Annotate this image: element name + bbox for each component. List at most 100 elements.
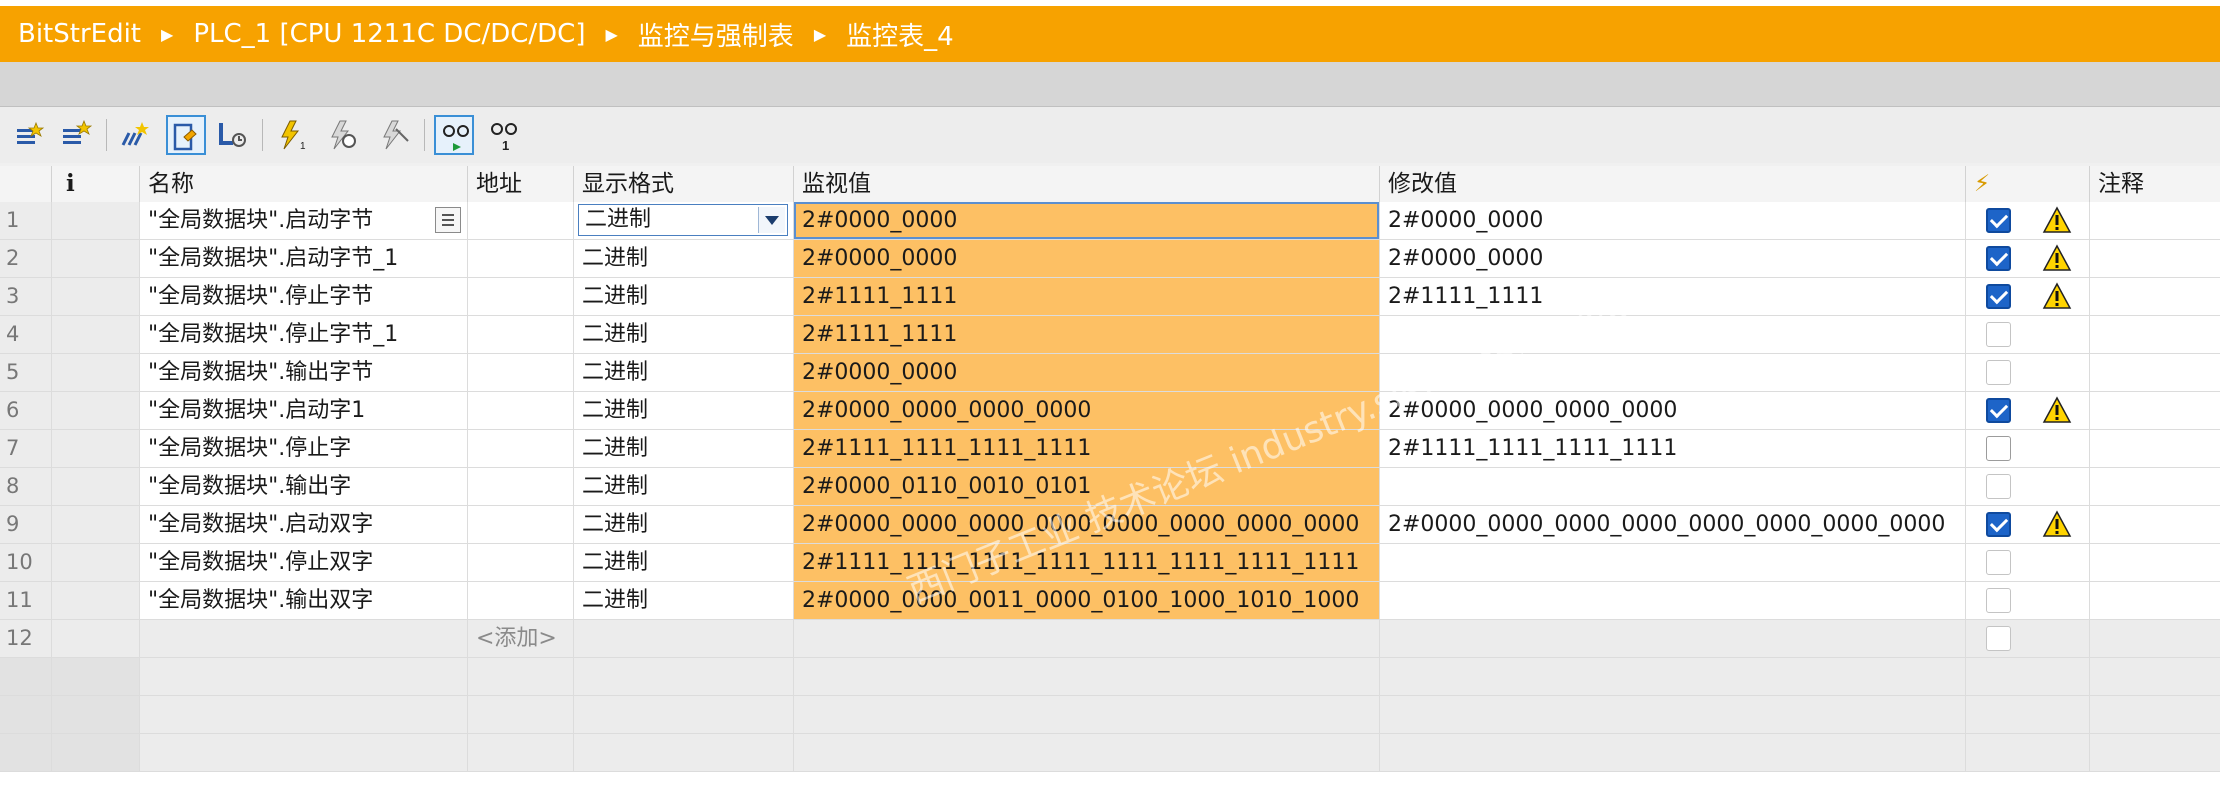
row-comment[interactable]	[2090, 278, 2220, 315]
table-row[interactable]: 1 "全局数据块".启动字节 二进制 2#0000_0000 2#0000_00…	[0, 202, 2220, 240]
row-modify-value[interactable]: 2#0000_0000_0000_0000_0000_0000_0000_000…	[1380, 506, 1966, 543]
row-comment[interactable]	[2090, 468, 2220, 505]
table-row[interactable]: 9 "全局数据块".启动双字 二进制 2#0000_0000_0000_0000…	[0, 506, 2220, 544]
row-address[interactable]	[468, 582, 574, 619]
header-format[interactable]: 显示格式	[574, 166, 794, 202]
row-checkbox[interactable]	[1986, 360, 2011, 385]
table-row[interactable]: 8 "全局数据块".输出字 二进制 2#0000_0110_0010_0101	[0, 468, 2220, 506]
stop-force-icon[interactable]	[374, 115, 414, 155]
monitor-toggle-icon[interactable]	[434, 115, 474, 155]
table-row[interactable]: 2 "全局数据块".启动字节_1 二进制 2#0000_0000 2#0000_…	[0, 240, 2220, 278]
row-comment[interactable]	[2090, 430, 2220, 467]
row-format[interactable]: 二进制	[574, 468, 794, 505]
row-address[interactable]	[468, 316, 574, 353]
row-modify-value[interactable]	[1380, 582, 1966, 619]
row-modify-value[interactable]	[1380, 468, 1966, 505]
row-address[interactable]	[468, 240, 574, 277]
row-format[interactable]: 二进制	[574, 392, 794, 429]
row-comment[interactable]	[2090, 392, 2220, 429]
row-comment[interactable]	[2090, 354, 2220, 391]
add-row-icon[interactable]	[56, 115, 96, 155]
row-name[interactable]: "全局数据块".启动字1	[140, 392, 468, 429]
breadcrumb-item-plc[interactable]: PLC_1 [CPU 1211C DC/DC/DC]	[193, 19, 585, 49]
update-snapshot-icon[interactable]	[116, 115, 156, 155]
row-modify-value[interactable]	[1380, 316, 1966, 353]
monitor-now-icon[interactable]	[212, 115, 252, 155]
row-checkbox[interactable]	[1986, 208, 2011, 233]
row-checkbox[interactable]	[1986, 398, 2011, 423]
row-name[interactable]: "全局数据块".输出字节	[140, 354, 468, 391]
force-icon[interactable]: 1	[272, 115, 312, 155]
table-row[interactable]: 11 "全局数据块".输出双字 二进制 2#0000_0000_0011_000…	[0, 582, 2220, 620]
row-checkbox[interactable]	[1986, 474, 2011, 499]
header-modify-value[interactable]: 修改值	[1380, 166, 1966, 202]
header-address[interactable]: 地址	[468, 166, 574, 202]
row-modify-value[interactable]	[1380, 544, 1966, 581]
list-picker-icon[interactable]	[435, 207, 461, 233]
row-name[interactable]: "全局数据块".启动字节	[140, 202, 468, 239]
row-modify-value[interactable]: 2#1111_1111	[1380, 278, 1966, 315]
row-name[interactable]: "全局数据块".停止字	[140, 430, 468, 467]
row-format[interactable]: 二进制	[574, 582, 794, 619]
row-comment[interactable]	[2090, 316, 2220, 353]
row-comment[interactable]	[2090, 240, 2220, 277]
breadcrumb-item-table[interactable]: 监控表_4	[846, 16, 954, 53]
breadcrumb-item-project[interactable]: BitStrEdit	[18, 19, 141, 49]
insert-row-icon[interactable]	[10, 115, 50, 155]
row-modify-value[interactable]: 2#0000_0000_0000_0000	[1380, 392, 1966, 429]
row-address[interactable]	[468, 468, 574, 505]
row-checkbox[interactable]	[1986, 322, 2011, 347]
row-comment[interactable]	[2090, 506, 2220, 543]
row-comment[interactable]	[2090, 544, 2220, 581]
chevron-down-icon[interactable]	[758, 207, 785, 233]
row-name[interactable]: "全局数据块".启动字节_1	[140, 240, 468, 277]
header-comment[interactable]: 注释	[2090, 166, 2220, 202]
table-row[interactable]: 10 "全局数据块".停止双字 二进制 2#1111_1111_1111_111…	[0, 544, 2220, 582]
row-address[interactable]	[468, 392, 574, 429]
row-name[interactable]: "全局数据块".停止字节	[140, 278, 468, 315]
header-name[interactable]: 名称	[140, 166, 468, 202]
row-format[interactable]: 二进制	[574, 430, 794, 467]
format-select[interactable]: 二进制	[578, 204, 788, 236]
header-force-icon[interactable]: ⚡	[1966, 166, 2090, 202]
row-name[interactable]: "全局数据块".启动双字	[140, 506, 468, 543]
force-now-icon[interactable]	[322, 115, 362, 155]
row-comment[interactable]	[2090, 202, 2220, 239]
monitor-once-icon[interactable]: 1	[484, 115, 524, 155]
row-format[interactable]: 二进制	[574, 544, 794, 581]
add-new-tag-link[interactable]: <添加>	[468, 620, 574, 657]
row-format[interactable]: 二进制	[574, 278, 794, 315]
breadcrumb-item-folder[interactable]: 监控与强制表	[638, 16, 794, 53]
row-address[interactable]	[468, 354, 574, 391]
header-monitor-value[interactable]: 监视值	[794, 166, 1380, 202]
table-row[interactable]: 7 "全局数据块".停止字 二进制 2#1111_1111_1111_1111 …	[0, 430, 2220, 468]
row-checkbox[interactable]	[1986, 284, 2011, 309]
table-row[interactable]: 4 "全局数据块".停止字节_1 二进制 2#1111_1111	[0, 316, 2220, 354]
row-format[interactable]: 二进制	[574, 240, 794, 277]
row-name[interactable]: "全局数据块".停止双字	[140, 544, 468, 581]
row-modify-value[interactable]	[1380, 354, 1966, 391]
row-address[interactable]	[468, 278, 574, 315]
add-row[interactable]: 12 <添加>	[0, 620, 2220, 658]
table-row[interactable]: 5 "全局数据块".输出字节 二进制 2#0000_0000	[0, 354, 2220, 392]
header-info[interactable]: i	[52, 166, 140, 202]
row-comment[interactable]	[2090, 582, 2220, 619]
monitor-all-icon[interactable]	[166, 115, 206, 155]
row-checkbox[interactable]	[1986, 626, 2011, 651]
row-checkbox[interactable]	[1986, 246, 2011, 271]
row-checkbox[interactable]	[1986, 550, 2011, 575]
row-name[interactable]: "全局数据块".输出字	[140, 468, 468, 505]
row-name[interactable]: "全局数据块".输出双字	[140, 582, 468, 619]
row-modify-value[interactable]: 2#0000_0000	[1380, 202, 1966, 239]
row-format[interactable]: 二进制	[574, 316, 794, 353]
row-format[interactable]: 二进制	[574, 354, 794, 391]
row-address[interactable]	[468, 430, 574, 467]
row-checkbox[interactable]	[1986, 512, 2011, 537]
row-name[interactable]	[140, 620, 468, 657]
table-row[interactable]: 6 "全局数据块".启动字1 二进制 2#0000_0000_0000_0000…	[0, 392, 2220, 430]
row-checkbox[interactable]	[1986, 436, 2011, 461]
row-address[interactable]	[468, 544, 574, 581]
row-format[interactable]: 二进制	[574, 506, 794, 543]
row-address[interactable]	[468, 506, 574, 543]
row-format[interactable]: 二进制	[574, 202, 794, 239]
